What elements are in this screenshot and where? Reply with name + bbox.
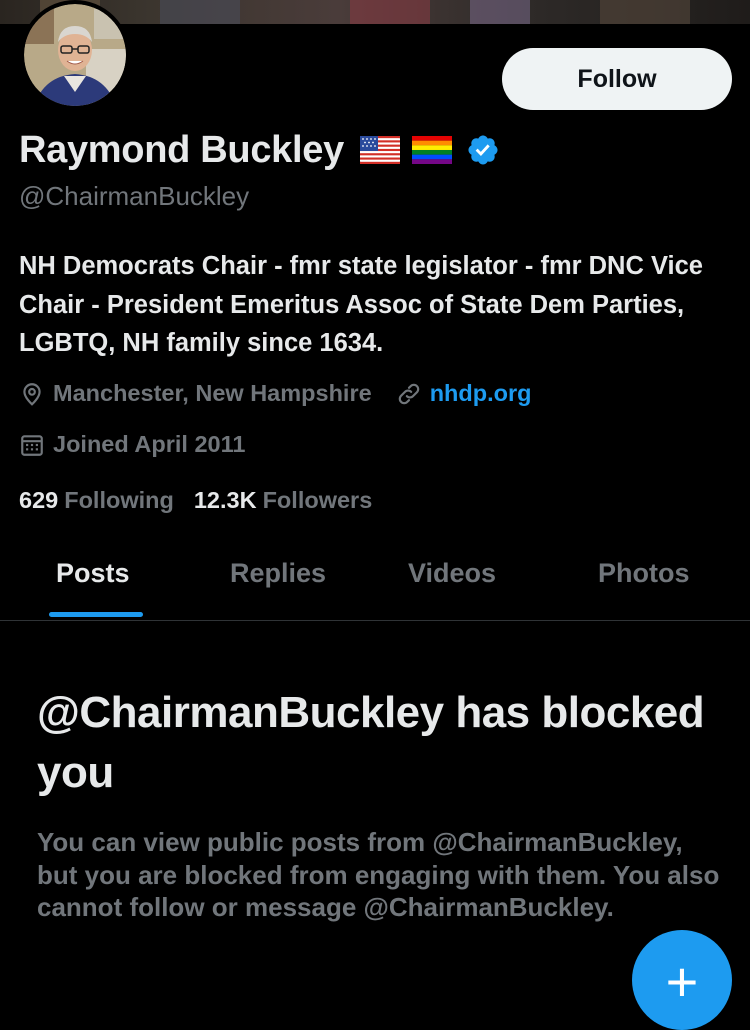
tab-videos[interactable]: Videos (408, 558, 496, 589)
profile-website-link[interactable]: nhdp.org (430, 380, 532, 407)
location-pin-icon (23, 382, 41, 406)
following-link[interactable]: 629 Following (19, 487, 174, 514)
calendar-icon (21, 434, 43, 456)
follow-button[interactable]: Follow (502, 48, 732, 110)
profile-joined-date: Joined April 2011 (53, 431, 246, 457)
profile-joined-row: Joined April 2011 (19, 431, 245, 458)
profile-handle: @ChairmanBuckley (19, 181, 250, 211)
us-flag-icon (359, 136, 400, 164)
rainbow-flag-icon (411, 136, 452, 164)
blocked-title: @ChairmanBuckley has blocked you (37, 688, 705, 797)
link-icon (398, 383, 419, 404)
following-count: 629 (19, 487, 59, 513)
followers-label: Followers (262, 487, 373, 513)
profile-meta-row: Manchester, New Hampshire nhdp.org (19, 380, 532, 407)
plus-icon: + (665, 950, 699, 1013)
tab-replies[interactable]: Replies (230, 558, 326, 589)
avatar[interactable] (20, 0, 130, 110)
tab-posts[interactable]: Posts (56, 558, 130, 589)
active-tab-indicator (49, 612, 143, 617)
followers-count: 12.3K (193, 487, 257, 513)
blocked-description: You can view public posts from @Chairman… (37, 827, 720, 922)
profile-name-row: Raymond Buckley (19, 124, 500, 176)
profile-tabs: Posts Replies Videos Photos (0, 548, 750, 621)
compose-post-button[interactable]: + (632, 930, 732, 1030)
followers-link[interactable]: 12.3K Followers (194, 487, 372, 514)
profile-name: Raymond Buckley (19, 128, 344, 171)
profile-location: Manchester, New Hampshire (53, 380, 372, 406)
following-label: Following (64, 487, 174, 513)
profile-bio: NH Democrats Chair - fmr state legislato… (19, 252, 703, 357)
tab-photos[interactable]: Photos (598, 558, 690, 589)
verified-badge-icon[interactable] (466, 133, 500, 167)
profile-stats: 629 Following 12.3K Followers (19, 487, 392, 514)
